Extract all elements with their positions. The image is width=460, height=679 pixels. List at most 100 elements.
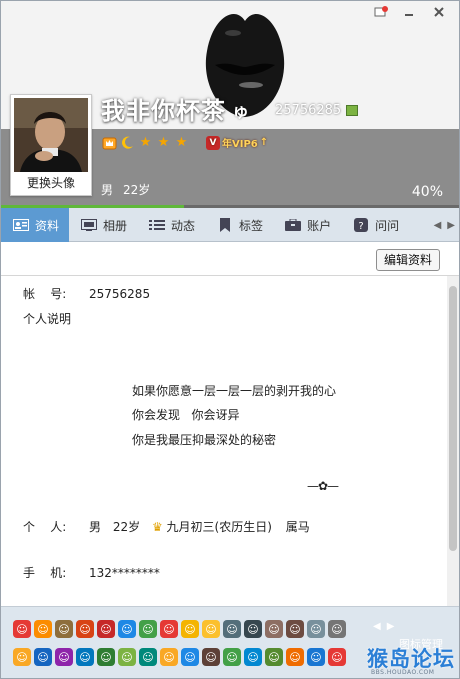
phone-label: 手 机: (23, 566, 67, 580)
bio-label: 个人说明 (23, 312, 72, 326)
emoticon-bar: ☺ ☺ ☺ ☺ ☺ ☺ ☺ ☺ ☺ ☺ ☺ ☺ ☺ ☺ ☺ ☺ ☺ ☺ ☺ ☺ ☺ ☺ ☺ ☺ ☺ ☺ ☺ ☺ ☺ ☺ ☺ ☺ ◀ ▶ 图标… (1, 606, 459, 678)
chevron-right-icon[interactable]: ▶ (447, 220, 455, 231)
emoticon-icon[interactable]: ☺ (286, 648, 304, 666)
emoticon-icon[interactable]: ☺ (97, 620, 115, 638)
tag-icon (217, 218, 233, 232)
avatar[interactable] (14, 98, 88, 172)
emoticon-icon[interactable]: ☺ (160, 620, 178, 638)
tab-album[interactable]: 相册 (69, 208, 137, 242)
emoticon-icon[interactable]: ☺ (118, 620, 136, 638)
emoticon-icon[interactable]: ☺ (244, 620, 262, 638)
emoticon-icon[interactable]: ☺ (34, 648, 52, 666)
scrollbar-thumb[interactable] (449, 286, 457, 551)
emoticon-icon[interactable]: ☺ (160, 648, 178, 666)
emoticon-icon[interactable]: ☺ (13, 648, 31, 666)
completion-percent: 40% (411, 184, 443, 200)
qq-number: 25756285 (275, 103, 342, 118)
tab-label: 问问 (375, 218, 400, 233)
edit-profile-button[interactable]: 编辑资料 (376, 249, 440, 271)
chevron-left-icon[interactable]: ◀ (434, 220, 442, 231)
emoticon-icon[interactable]: ☺ (118, 648, 136, 666)
profile-card-icon (13, 218, 29, 232)
nickname: 我非你杯茶 (101, 97, 226, 125)
tab-scroll-arrows: ◀ ▶ (434, 208, 455, 242)
change-avatar-label[interactable]: 更换头像 (11, 174, 91, 191)
vip-up-arrow-icon: ↑ (259, 137, 269, 148)
album-icon (81, 218, 98, 232)
emoticon-icon[interactable]: ☺ (202, 648, 220, 666)
vertical-scrollbar[interactable] (447, 276, 459, 606)
emoticon-icon[interactable]: ☺ (34, 620, 52, 638)
wallet-icon (285, 218, 302, 232)
personal-age: 22岁 (112, 520, 141, 534)
star-icon: ★ (175, 135, 188, 150)
close-button[interactable] (425, 3, 453, 21)
emoticon-icon[interactable]: ☺ (244, 648, 262, 666)
star-icon: ★ (157, 135, 170, 150)
tab-account[interactable]: 账户 (273, 208, 341, 242)
question-icon: ? (353, 218, 369, 232)
personal-gender: 男 (89, 520, 102, 534)
minimize-icon (405, 14, 413, 16)
emoticon-icon[interactable]: ☺ (307, 620, 325, 638)
account-row: 帐 号: 25756285 (23, 285, 150, 302)
emoticon-icon[interactable]: ☺ (286, 620, 304, 638)
emoticon-icon[interactable]: ☺ (265, 648, 283, 666)
vip-icon: V (206, 135, 220, 150)
emoticon-icon[interactable]: ☺ (55, 648, 73, 666)
tab-label: 动态 (171, 218, 196, 233)
moon-icon (120, 135, 135, 150)
minimize-button[interactable] (397, 3, 421, 21)
emoticon-row: ☺ ☺ ☺ ☺ ☺ ☺ ☺ ☺ ☺ ☺ ☺ ☺ ☺ ☺ ☺ ☺ (13, 620, 346, 638)
emoticon-icon[interactable]: ☺ (328, 648, 346, 666)
emoticon-icon[interactable]: ☺ (76, 648, 94, 666)
vip-label: 年VIP6 (222, 139, 258, 150)
tab-feed[interactable]: 动态 (137, 208, 205, 242)
emoticon-icon[interactable]: ☺ (181, 620, 199, 638)
emoticon-icon[interactable]: ☺ (13, 620, 31, 638)
avatar-photo (14, 98, 88, 172)
gender: 男 (101, 183, 114, 197)
personal-label: 个 人: (23, 520, 67, 534)
phone-value: 132******** (89, 566, 160, 580)
emoticon-icon[interactable]: ☺ (139, 620, 157, 638)
emoticon-icon[interactable]: ☺ (265, 620, 283, 638)
level-icons[interactable]: ★ ★ ★ (102, 135, 189, 150)
emoticon-icon[interactable]: ☺ (223, 648, 241, 666)
age: 22岁 (123, 183, 151, 197)
personal-row: 个 人: 男 22岁 ♛ 九月初三(农历生日) 属马 (23, 518, 310, 535)
chevron-right-icon[interactable]: ▶ (387, 621, 395, 632)
emoticon-icon[interactable]: ☺ (55, 620, 73, 638)
tab-tags[interactable]: 标签 (205, 208, 273, 242)
gender-age: 男 22岁 (101, 181, 150, 198)
bio-line: 你会发现 你会讶异 (132, 408, 240, 422)
crown-icon (102, 135, 117, 150)
profile-header: 更换头像 我非你杯茶 ゅ 25756285 ★ ★ ★ V 年VIP6 ↑ 男 … (1, 1, 459, 208)
emoticon-icon[interactable]: ☺ (139, 648, 157, 666)
phone-row: 手 机: 132******** (23, 564, 160, 581)
feedback-button[interactable] (369, 3, 393, 21)
account-value: 25756285 (89, 287, 151, 301)
avatar-card[interactable]: 更换头像 (10, 94, 92, 196)
tab-question[interactable]: ? 问问 (341, 208, 409, 242)
emoticon-icon[interactable]: ☺ (307, 648, 325, 666)
profile-tabs: 资料 相册 动态 标签 账户 ? 问问 ◀ ▶ (1, 208, 459, 242)
nickname-symbol: ゅ (232, 102, 249, 122)
chevron-left-icon[interactable]: ◀ (373, 621, 381, 632)
emoticon-icon[interactable]: ☺ (328, 620, 346, 638)
star-icon: ★ (139, 135, 152, 150)
bio-flourish: —✿— (307, 479, 339, 493)
feedback-icon (374, 6, 388, 17)
copy-number-icon[interactable] (346, 105, 358, 116)
emoticon-row: ☺ ☺ ☺ ☺ ☺ ☺ ☺ ☺ ☺ ☺ ☺ ☺ ☺ ☺ ☺ ☺ (13, 648, 346, 666)
emoticon-icon[interactable]: ☺ (76, 620, 94, 638)
emoticon-icon[interactable]: ☺ (223, 620, 241, 638)
emoticon-icon[interactable]: ☺ (202, 620, 220, 638)
tab-label: 账户 (307, 218, 332, 233)
tab-label: 标签 (239, 218, 264, 233)
emoticon-icon[interactable]: ☺ (97, 648, 115, 666)
vip-badge[interactable]: V 年VIP6 ↑ (206, 135, 268, 150)
emoticon-icon[interactable]: ☺ (181, 648, 199, 666)
bio-line: 你是我最压抑最深处的秘密 (132, 433, 277, 447)
tab-profile[interactable]: 资料 (1, 208, 70, 242)
